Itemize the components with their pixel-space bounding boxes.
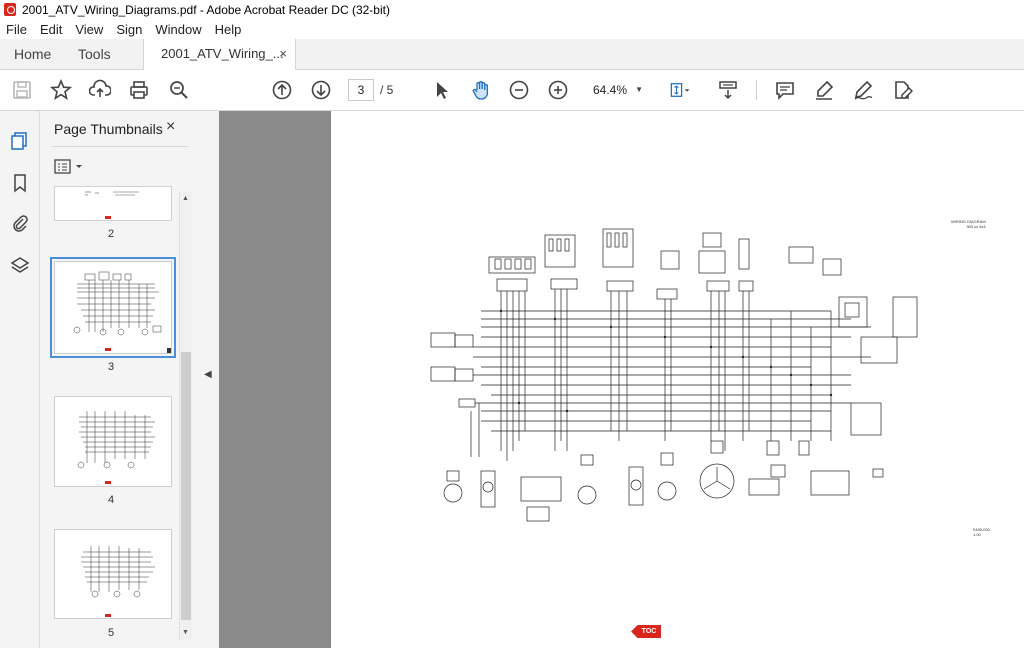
menu-bar: File Edit View Sign Window Help	[0, 19, 1024, 39]
search-zoom-icon[interactable]	[167, 78, 191, 102]
scroll-down-icon[interactable]: ▼	[182, 629, 189, 636]
comment-icon[interactable]	[773, 78, 797, 102]
document-view[interactable]: WIRING DIAGRAM 300 cc 4x4 0495-000 1.00 …	[219, 111, 1024, 648]
acrobat-app-icon	[4, 3, 16, 16]
diagram-rev-text: 1.00	[973, 532, 981, 537]
left-rail	[0, 111, 40, 648]
diagram-title: WIRING DIAGRAM 300 cc 4x4	[951, 219, 986, 229]
toc-mark	[105, 348, 111, 351]
scrollbar-thumb[interactable]	[181, 352, 191, 620]
layers-icon[interactable]	[9, 255, 31, 277]
thumbnail-scrollbar[interactable]: ▲ ▼	[179, 192, 192, 640]
attachments-icon[interactable]	[9, 212, 31, 234]
sign-icon[interactable]	[851, 78, 875, 102]
zoom-in-icon[interactable]	[546, 78, 570, 102]
close-icon[interactable]: ×	[166, 118, 175, 136]
wiring-diagram	[430, 228, 918, 522]
prev-page-icon[interactable]	[270, 78, 294, 102]
highlight-icon[interactable]	[812, 78, 836, 102]
zoom-select[interactable]: 64.4% ▼	[585, 79, 649, 101]
thumbnail-page-3[interactable]	[50, 257, 176, 358]
toolbar-divider	[756, 80, 757, 100]
thumbnail-page-5[interactable]	[54, 529, 172, 619]
toc-mark	[105, 614, 111, 617]
page-number-input[interactable]: 3	[348, 79, 374, 101]
diagram-code: 0495-000 1.00	[973, 527, 990, 537]
fill-sign-icon[interactable]	[890, 78, 914, 102]
pdf-page: WIRING DIAGRAM 300 cc 4x4 0495-000 1.00 …	[331, 111, 1024, 648]
window-title: 2001_ATV_Wiring_Diagrams.pdf - Adobe Acr…	[22, 2, 390, 17]
menu-sign[interactable]: Sign	[116, 22, 142, 37]
tab-home[interactable]: Home	[14, 39, 51, 69]
scroll-up-icon[interactable]: ▲	[182, 195, 189, 202]
menu-view[interactable]: View	[75, 22, 103, 37]
zoom-value: 64.4%	[593, 83, 628, 97]
panel-title: Page Thumbnails	[54, 121, 163, 137]
page-thumbnails-icon[interactable]	[9, 130, 31, 152]
bookmarks-icon[interactable]	[9, 172, 31, 194]
hand-tool-icon[interactable]	[469, 78, 493, 102]
panel-collapse-handle[interactable]: ◀	[199, 111, 219, 648]
thumbnail-label: 4	[107, 494, 115, 506]
thumbnail-options-button[interactable]	[54, 158, 88, 176]
tab-bar: Home Tools 2001_ATV_Wiring_... ×	[0, 39, 1024, 70]
menu-edit[interactable]: Edit	[40, 22, 62, 37]
menu-window[interactable]: Window	[155, 22, 201, 37]
chevron-left-icon: ◀	[204, 369, 212, 380]
tab-tools[interactable]: Tools	[78, 39, 111, 69]
toolbar: 3 / 5 64.4% ▼	[0, 70, 1024, 111]
tab-document-label: 2001_ATV_Wiring_...	[161, 46, 284, 61]
chevron-down-icon: ▼	[635, 85, 643, 94]
thumbnail-page-4[interactable]	[54, 396, 172, 487]
panel-divider	[52, 146, 188, 147]
tab-document[interactable]: 2001_ATV_Wiring_... ×	[143, 39, 296, 70]
menu-file[interactable]: File	[6, 22, 27, 37]
thumbnail-label: 2	[107, 228, 115, 240]
upload-icon[interactable]	[88, 78, 112, 102]
toc-mark	[105, 216, 111, 219]
print-icon[interactable]	[127, 78, 151, 102]
scroll-mode-icon[interactable]	[716, 78, 740, 102]
menu-help[interactable]: Help	[215, 22, 242, 37]
thumbnail-label: 5	[107, 627, 115, 639]
title-bar: 2001_ATV_Wiring_Diagrams.pdf - Adobe Acr…	[0, 0, 1024, 19]
diagram-subtitle-text: 300 cc 4x4	[966, 224, 986, 229]
thumbnail-page-2[interactable]	[54, 186, 172, 221]
select-cursor-icon[interactable]	[430, 78, 454, 102]
thumbnail-label: 3	[107, 361, 115, 373]
close-tab-icon[interactable]: ×	[279, 39, 287, 69]
page-total: / 5	[380, 83, 394, 97]
fit-page-icon[interactable]	[665, 78, 695, 102]
zoom-out-icon[interactable]	[507, 78, 531, 102]
bookmark-star-icon[interactable]	[49, 78, 73, 102]
toc-mark	[105, 481, 111, 484]
next-page-icon[interactable]	[309, 78, 333, 102]
save-icon[interactable]	[10, 78, 34, 102]
